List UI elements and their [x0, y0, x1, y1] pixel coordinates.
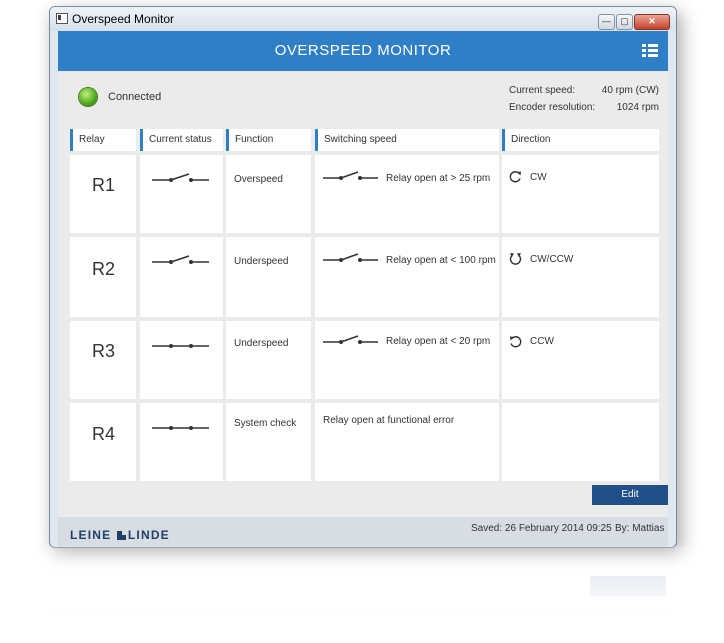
logo-mark-icon [116, 531, 126, 540]
function-cell: System check [226, 403, 311, 481]
switching-speed-cell: Relay open at < 100 rpm [315, 237, 499, 317]
switching-speed-text: Relay open at functional error [323, 415, 455, 426]
direction-cell [502, 403, 659, 481]
minimize-button[interactable]: — [598, 14, 615, 30]
reflection-fade [40, 546, 690, 643]
logo-text-left: LEINE [70, 528, 112, 542]
column-header-switching-speed: Switching speed [315, 129, 499, 151]
status-cell [140, 237, 223, 317]
app-icon [56, 13, 68, 24]
maximize-button[interactable]: ▢ [616, 14, 633, 30]
saved-timestamp: Saved: 26 February 2014 09:25 [471, 523, 612, 534]
rotate-both-icon [509, 253, 522, 265]
window-title: Overspeed Monitor [72, 12, 175, 26]
relay-cell: R4 [70, 403, 136, 481]
connection-status-label: Connected [108, 91, 162, 103]
switching-speed-cell: Relay open at functional error [315, 403, 499, 481]
direction-label: CW/CCW [530, 254, 574, 265]
function-label: Underspeed [234, 338, 289, 349]
saved-by: By: Mattias [615, 523, 665, 534]
column-header-direction: Direction [502, 129, 659, 151]
relay-cell: R3 [70, 321, 136, 399]
switching-speed-text: Relay open at < 100 rpm [386, 255, 496, 266]
current-speed-value: 40 rpm (CW) [601, 85, 659, 96]
rotate-cw-icon [509, 171, 521, 183]
direction-cell: CW [502, 155, 659, 233]
close-button[interactable]: ✕ [634, 14, 670, 30]
page-title: OVERSPEED MONITOR [274, 42, 452, 59]
status-cell [140, 403, 223, 481]
connection-status-led-icon [79, 88, 97, 106]
encoder-resolution-value: 1024 rpm [616, 102, 659, 113]
function-label: System check [234, 418, 297, 429]
column-header-relay: Relay [70, 129, 136, 151]
switch-open-icon [323, 171, 378, 180]
switching-speed-text: Relay open at > 25 rpm [386, 173, 491, 184]
function-label: Underspeed [234, 256, 289, 267]
logo-text-right: LINDE [127, 528, 170, 542]
menu-grid-icon[interactable] [642, 44, 658, 58]
direction-cell: CCW [502, 321, 659, 399]
status-cell [140, 155, 223, 233]
switching-speed-cell: Relay open at < 20 rpm [315, 321, 499, 399]
column-header-current-status: Current status [140, 129, 223, 151]
direction-label: CCW [530, 336, 554, 347]
direction-cell: CW/CCW [502, 237, 659, 317]
relay-cell: R1 [70, 155, 136, 233]
switch-open-icon [152, 255, 209, 264]
switch-open-icon [323, 335, 378, 344]
switch-open-icon [152, 173, 209, 182]
relay-cell: R2 [70, 237, 136, 317]
rotate-ccw-icon [510, 336, 522, 348]
function-cell: Overspeed [226, 155, 311, 233]
function-cell: Underspeed [226, 237, 311, 317]
switching-speed-cell: Relay open at > 25 rpm [315, 155, 499, 233]
edit-button[interactable]: Edit [592, 485, 668, 505]
switch-closed-icon [152, 426, 209, 430]
relay-id: R3 [92, 341, 116, 361]
function-cell: Underspeed [226, 321, 311, 399]
app-window: Overspeed Monitor — ▢ ✕ OVERSPEED MONITO… [49, 6, 677, 548]
switch-open-icon [323, 253, 378, 262]
status-cell [140, 321, 223, 399]
direction-label: CW [530, 172, 547, 183]
column-header-function: Function [226, 129, 311, 151]
title-bar: Overspeed Monitor — ▢ ✕ [50, 7, 676, 31]
current-speed-label: Current speed: [509, 85, 576, 96]
main-content: Connected Current speed: 40 rpm (CW) Enc… [58, 71, 668, 517]
relay-id: R1 [92, 175, 116, 195]
switching-speed-text: Relay open at < 20 rpm [386, 336, 491, 347]
relay-id: R2 [92, 259, 116, 279]
relay-id: R4 [92, 424, 116, 444]
leine-linde-logo: LEINE LINDE [70, 528, 170, 542]
function-label: Overspeed [234, 174, 283, 185]
switch-closed-icon [152, 344, 209, 348]
footer: LEINE LINDE Saved: 26 February 2014 09:2… [58, 517, 668, 547]
app-header: OVERSPEED MONITOR [58, 31, 668, 71]
